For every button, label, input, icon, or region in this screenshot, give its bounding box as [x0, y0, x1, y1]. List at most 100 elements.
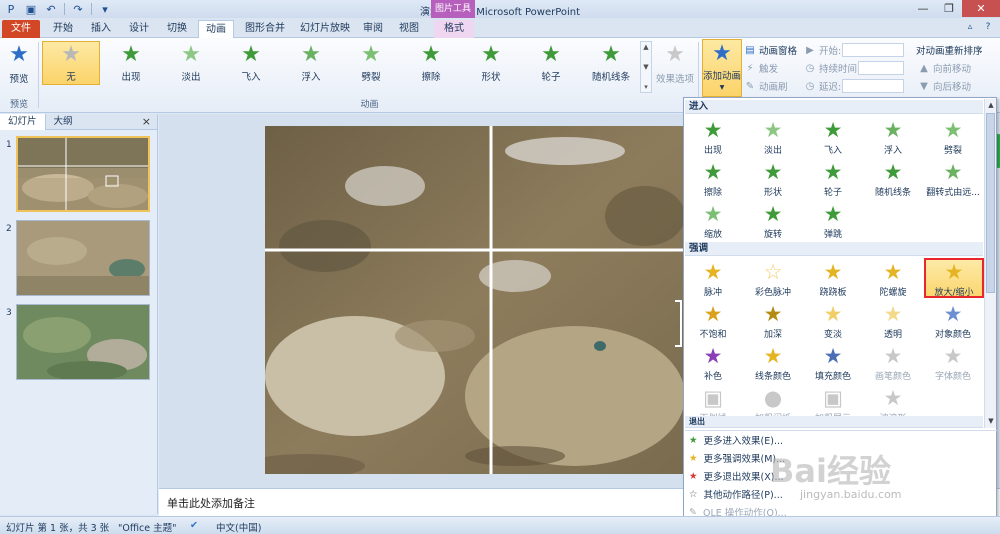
- grow-turn-star-icon: ★: [943, 160, 963, 184]
- enter-swivel[interactable]: ★ 旋转: [744, 202, 802, 246]
- restore-icon[interactable]: ❐: [936, 0, 962, 17]
- baidu-watermark-url: jingyan.baidu.com: [800, 488, 902, 501]
- tab-shape-merge[interactable]: 图形合并: [238, 20, 292, 38]
- gallery-scroll-down-icon[interactable]: ▼: [643, 63, 648, 71]
- enter-wheel[interactable]: ★ 轮子: [804, 160, 862, 204]
- spell-check-icon[interactable]: ✔: [190, 520, 198, 531]
- enter-shape[interactable]: ★ 形状: [744, 160, 802, 204]
- gallery-item-float-in[interactable]: ★ 浮入: [282, 41, 340, 85]
- start-select[interactable]: [842, 43, 904, 57]
- emphasis-darken[interactable]: ★ 加深: [744, 302, 802, 346]
- ribbon-tab-controls: ▵ ?: [964, 21, 994, 33]
- emphasis-object-color[interactable]: ★ 对象颜色: [924, 302, 982, 346]
- tab-file[interactable]: 文件: [2, 20, 40, 38]
- tab-slideshow[interactable]: 幻灯片放映: [296, 20, 354, 38]
- gallery-item-none[interactable]: ★ 无: [42, 41, 100, 85]
- enter-fade[interactable]: ★ 淡出: [744, 118, 802, 162]
- animation-pane-button[interactable]: ▤ 动画窗格: [744, 42, 797, 58]
- gallery-label: 擦除: [421, 72, 441, 83]
- enter-split[interactable]: ★ 劈裂: [924, 118, 982, 162]
- preview-button[interactable]: ★ 预览: [0, 41, 38, 95]
- emphasis-pulse[interactable]: ★ 脉冲: [684, 260, 742, 304]
- gallery-item-wipe[interactable]: ★ 擦除: [402, 41, 460, 85]
- emphasis-color-pulse[interactable]: ☆ 彩色脉冲: [744, 260, 802, 304]
- tab-review[interactable]: 审阅: [358, 20, 388, 38]
- add-animation-label: 添加动画: [703, 71, 742, 82]
- tab-slides[interactable]: 幻灯片: [0, 113, 46, 130]
- slide-canvas[interactable]: [265, 126, 683, 474]
- gallery-item-fade[interactable]: ★ 淡出: [162, 41, 220, 85]
- enter-fly-in[interactable]: ★ 飞入: [804, 118, 862, 162]
- gallery-scrollbar[interactable]: ▲ ▼ ▾: [640, 41, 652, 93]
- emphasis-transparency[interactable]: ★ 透明: [864, 302, 922, 346]
- effect-label: 放大/缩小: [934, 288, 974, 298]
- enter-bounce[interactable]: ★ 弹跳: [804, 202, 862, 246]
- gallery-item-split[interactable]: ★ 劈裂: [342, 41, 400, 85]
- gallery-item-wheel[interactable]: ★ 轮子: [522, 41, 580, 85]
- gallery-item-shape[interactable]: ★ 形状: [462, 41, 520, 85]
- tab-view[interactable]: 视图: [394, 20, 424, 38]
- effect-label: 透明: [883, 330, 902, 340]
- gallery-more-icon[interactable]: ▾: [644, 83, 648, 91]
- gallery-item-random-bars[interactable]: ★ 随机线条: [582, 41, 640, 85]
- emphasis-grow-shrink[interactable]: ★ 放大/缩小: [924, 258, 984, 298]
- darken-star-icon: ★: [763, 302, 783, 326]
- section-emphasis: 强调: [685, 242, 983, 256]
- effect-options-button[interactable]: ★ 效果选项: [655, 41, 695, 95]
- enter-float-in[interactable]: ★ 浮入: [864, 118, 922, 162]
- move-earlier-button[interactable]: ▲ 向前移动: [918, 60, 971, 76]
- emphasis-teeter[interactable]: ★ 跷跷板: [804, 260, 862, 304]
- enter-zoom[interactable]: ★ 缩放: [684, 202, 742, 246]
- slide-thumbnail-1[interactable]: [16, 136, 150, 212]
- scroll-thumb[interactable]: [986, 113, 995, 293]
- animation-pane-icon: ▤: [745, 44, 755, 56]
- emphasis-line-color[interactable]: ★ 线条颜色: [744, 344, 802, 388]
- shape-star-icon: ★: [763, 160, 783, 184]
- enter-appear[interactable]: ★ 出现: [684, 118, 742, 162]
- duration-stepper[interactable]: [858, 61, 904, 75]
- delay-stepper[interactable]: [842, 79, 904, 93]
- emphasis-spin[interactable]: ★ 陀螺旋: [864, 260, 922, 304]
- bold-flash-icon: ●: [763, 386, 783, 410]
- animation-painter-button[interactable]: ✎ 动画刷: [744, 78, 788, 94]
- enter-wipe[interactable]: ★ 擦除: [684, 160, 742, 204]
- minimize-icon[interactable]: —: [910, 0, 936, 17]
- gallery-scroll-up-icon[interactable]: ▲: [643, 43, 648, 51]
- slide-thumbnail-2[interactable]: [16, 220, 150, 296]
- exit-star-icon: ★: [689, 470, 698, 482]
- scroll-down-icon[interactable]: ▼: [985, 415, 997, 427]
- add-animation-button[interactable]: ★ 添加动画 ▾: [702, 39, 742, 97]
- slide-thumbnail-3[interactable]: [16, 304, 150, 380]
- emphasis-fill-color[interactable]: ★ 填充颜色: [804, 344, 862, 388]
- help-icon[interactable]: ?: [982, 21, 994, 33]
- enter-grow-turn[interactable]: ★ 翻转式由远...: [924, 160, 982, 204]
- slides-panel: 幻灯片 大纲 × 1 2 3: [0, 113, 158, 514]
- gallery-label: 浮入: [301, 72, 321, 83]
- close-window-icon[interactable]: ✕: [962, 0, 1000, 17]
- tab-home[interactable]: 开始: [46, 20, 80, 38]
- menu-label: 更多进入效果(E)...: [703, 436, 784, 447]
- gallery-item-appear[interactable]: ★ 出现: [102, 41, 160, 85]
- tab-insert[interactable]: 插入: [84, 20, 118, 38]
- trigger-icon: ⚡: [746, 62, 754, 74]
- satellite-map-picture[interactable]: [265, 126, 683, 474]
- emphasis-complementary-color[interactable]: ★ 补色: [684, 344, 742, 388]
- emphasis-lighten[interactable]: ★ 变淡: [804, 302, 862, 346]
- tab-format[interactable]: 格式: [434, 20, 474, 38]
- tab-design[interactable]: 设计: [122, 20, 156, 38]
- gallery-item-fly-in[interactable]: ★ 飞入: [222, 41, 280, 85]
- dropdown-scrollbar[interactable]: ▲ ▼: [984, 99, 996, 428]
- close-panel-icon[interactable]: ×: [142, 115, 151, 128]
- emphasis-desaturate[interactable]: ★ 不饱和: [684, 302, 742, 346]
- trigger-button[interactable]: ⚡ 触发: [744, 60, 778, 76]
- ribbon-minimize-icon[interactable]: ▵: [964, 21, 976, 33]
- tab-outline[interactable]: 大纲: [46, 114, 81, 130]
- move-later-button[interactable]: ▼ 向后移动: [918, 78, 971, 94]
- scroll-up-icon[interactable]: ▲: [985, 99, 997, 111]
- tab-transitions[interactable]: 切换: [160, 20, 194, 38]
- language-status[interactable]: 中文(中国): [216, 520, 261, 534]
- lighten-star-icon: ★: [823, 302, 843, 326]
- enter-random-bars[interactable]: ★ 随机线条: [864, 160, 922, 204]
- spin-star-icon: ★: [883, 260, 903, 284]
- tab-animations[interactable]: 动画: [198, 20, 234, 38]
